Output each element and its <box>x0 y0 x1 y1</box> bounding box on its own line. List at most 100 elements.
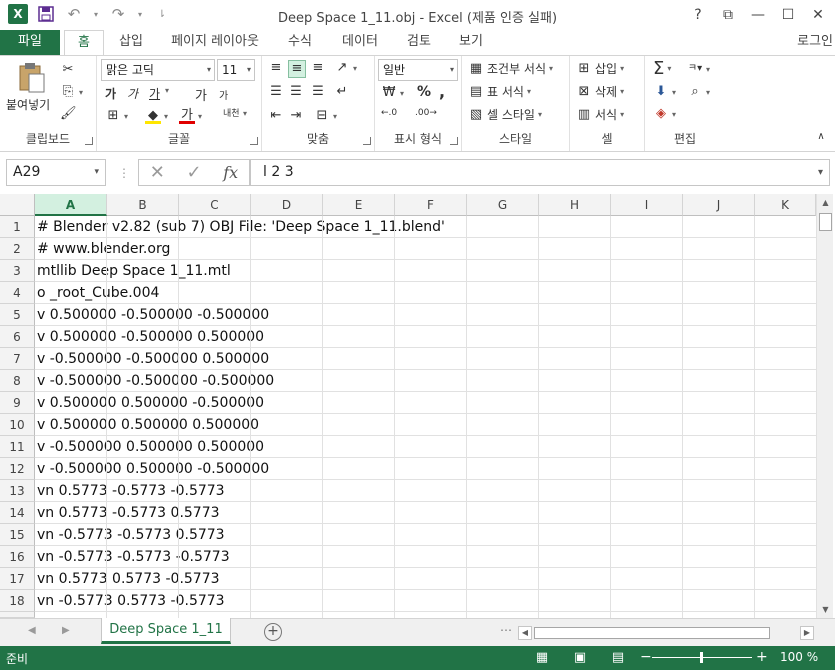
cell-a[interactable]: vn 0.5773 -0.5773 0.5773 <box>36 502 220 523</box>
zoom-level[interactable]: 100 % <box>780 650 818 664</box>
tab-formulas[interactable]: 수식 <box>276 30 324 55</box>
cell-a[interactable]: v -0.500000 0.500000 -0.500000 <box>36 458 269 479</box>
column-header-k[interactable]: K <box>755 194 816 216</box>
scroll-right-icon[interactable]: ▶ <box>800 626 814 640</box>
scroll-up-icon[interactable]: ▲ <box>817 194 834 211</box>
zoom-slider-thumb[interactable] <box>700 652 703 663</box>
column-header-i[interactable]: I <box>611 194 683 216</box>
middle-align-icon[interactable]: ≡ <box>288 60 306 78</box>
page-break-preview-icon[interactable]: ▤ <box>610 650 626 666</box>
row-header[interactable]: 1 <box>0 216 35 238</box>
page-layout-view-icon[interactable]: ▣ <box>572 650 588 666</box>
row-header[interactable]: 6 <box>0 326 35 348</box>
underline-dropdown-icon[interactable]: ▾ <box>165 86 169 95</box>
paste-button[interactable] <box>16 62 46 94</box>
next-sheet-icon[interactable]: ▶ <box>62 625 70 636</box>
row-header[interactable]: 17 <box>0 568 35 590</box>
phonetic-button[interactable]: 내천 <box>223 106 240 119</box>
sheet-bar-dots-icon[interactable]: ⋯ <box>500 623 512 637</box>
row-header[interactable]: 10 <box>0 414 35 436</box>
cell-a[interactable]: v 0.500000 -0.500000 0.500000 <box>36 326 264 347</box>
row-header[interactable]: 4 <box>0 282 35 304</box>
merge-center-icon[interactable]: ⊟ ▾ <box>314 108 337 124</box>
tab-review[interactable]: 검토 <box>396 30 442 55</box>
font-family-select[interactable]: 맑은 고딕 ▾ <box>101 59 215 81</box>
normal-view-icon[interactable]: ▦ <box>534 650 550 666</box>
close-button[interactable]: ✕ <box>805 4 831 26</box>
cancel-entry-icon[interactable]: ✕ <box>150 162 165 183</box>
cut-icon[interactable]: ✂ <box>60 62 76 78</box>
borders-icon[interactable]: ⊞ ▾ <box>105 108 128 124</box>
ribbon-display-options-button[interactable]: ⧉ <box>715 4 741 26</box>
decrease-indent-icon[interactable]: ⇤ <box>268 108 284 124</box>
cell-a[interactable]: # Blender v2.82 (sub 7) OBJ File: 'Deep … <box>36 216 445 237</box>
clipboard-launcher-icon[interactable] <box>85 137 93 145</box>
phonetic-dropdown-icon[interactable]: ▾ <box>243 109 247 118</box>
column-header-f[interactable]: F <box>395 194 467 216</box>
zoom-out-icon[interactable]: − <box>640 649 652 665</box>
column-header-a[interactable]: A <box>35 194 107 216</box>
row-header[interactable]: 2 <box>0 238 35 260</box>
add-sheet-icon[interactable]: + <box>264 623 282 641</box>
zoom-in-icon[interactable]: + <box>756 649 768 665</box>
format-as-table-button[interactable]: ▤ 표 서식 ▾ <box>468 83 531 100</box>
font-launcher-icon[interactable] <box>250 137 258 145</box>
row-header[interactable]: 11 <box>0 436 35 458</box>
tab-file[interactable]: 파일 <box>0 30 60 55</box>
row-header[interactable]: 14 <box>0 502 35 524</box>
conditional-formatting-button[interactable]: ▦ 조건부 서식 ▾ <box>468 60 553 77</box>
cell-a[interactable]: # www.blender.org <box>36 238 170 259</box>
name-box-dropdown-icon[interactable]: ▾ <box>94 160 99 185</box>
font-size-select[interactable]: 11 ▾ <box>217 59 255 81</box>
column-header-e[interactable]: E <box>323 194 395 216</box>
grow-font-button[interactable]: 가 <box>195 85 207 104</box>
font-color-icon[interactable]: 가 ▾ <box>179 108 202 124</box>
minimize-button[interactable]: — <box>745 4 771 26</box>
find-select-icon[interactable]: ⌕ ▾ <box>687 84 710 100</box>
undo-dropdown-icon[interactable]: ▾ <box>92 4 100 24</box>
insert-cells-button[interactable]: ⊞ 삽입 ▾ <box>576 60 625 77</box>
cell-a[interactable]: v -0.500000 -0.500000 -0.500000 <box>36 370 274 391</box>
help-button[interactable]: ? <box>685 4 711 26</box>
delete-cells-button[interactable]: ⊠ 삭제 ▾ <box>576 83 625 100</box>
column-header-h[interactable]: H <box>539 194 611 216</box>
customize-qat-icon[interactable]: ⇂ <box>152 4 172 24</box>
expand-formula-bar-icon[interactable]: ▾ <box>818 160 823 185</box>
redo-icon[interactable]: ↷ <box>108 4 128 24</box>
bottom-align-icon[interactable]: ≡ <box>310 60 326 76</box>
autosum-button[interactable]: Σ ▾ <box>653 58 671 79</box>
tab-page-layout[interactable]: 페이지 레이아웃 <box>160 30 270 55</box>
cell-styles-button[interactable]: ▧ 셀 스타일 ▾ <box>468 106 542 123</box>
row-header[interactable]: 13 <box>0 480 35 502</box>
collapse-ribbon-icon[interactable]: ∧ <box>813 129 829 145</box>
column-header-c[interactable]: C <box>179 194 251 216</box>
cell-a[interactable]: v 0.500000 0.500000 0.500000 <box>36 414 259 435</box>
horizontal-scrollbar[interactable]: ◀ ▶ <box>518 626 814 640</box>
copy-icon[interactable]: ⎘ ▾ <box>60 84 83 100</box>
tab-insert[interactable]: 삽입 <box>108 30 154 55</box>
cell-a[interactable]: vn -0.5773 -0.5773 0.5773 <box>36 524 225 545</box>
prev-sheet-icon[interactable]: ◀ <box>28 625 36 636</box>
fill-icon[interactable]: ⬇ ▾ <box>653 84 676 100</box>
row-header[interactable]: 8 <box>0 370 35 392</box>
wrap-text-icon[interactable]: ↵ <box>334 84 350 100</box>
column-header-g[interactable]: G <box>467 194 539 216</box>
scroll-left-icon[interactable]: ◀ <box>518 626 532 640</box>
insert-function-icon[interactable]: fx <box>223 163 238 182</box>
formula-input[interactable]: l 2 3 ▾ <box>250 159 830 186</box>
increase-indent-icon[interactable]: ⇥ <box>288 108 304 124</box>
format-painter-icon[interactable]: 🖌 <box>60 106 77 122</box>
column-header-j[interactable]: J <box>683 194 755 216</box>
tab-data[interactable]: 데이터 <box>330 30 390 55</box>
row-header[interactable]: 15 <box>0 524 35 546</box>
worksheet-grid[interactable]: ABCDEFGHIJK 1 # Blender v2.82 (sub 7) OBJ… <box>0 194 835 618</box>
underline-button[interactable]: 가 <box>149 85 160 102</box>
decrease-decimal-icon[interactable]: .00→ <box>415 108 437 118</box>
column-header-d[interactable]: D <box>251 194 323 216</box>
bold-button[interactable]: 가 <box>105 85 116 102</box>
login-link[interactable]: 로그인 <box>797 30 833 54</box>
row-header[interactable]: 18 <box>0 590 35 612</box>
row-header[interactable]: 7 <box>0 348 35 370</box>
number-format-select[interactable]: 일반 ▾ <box>378 59 458 81</box>
align-center-icon[interactable]: ☰ <box>288 84 304 100</box>
